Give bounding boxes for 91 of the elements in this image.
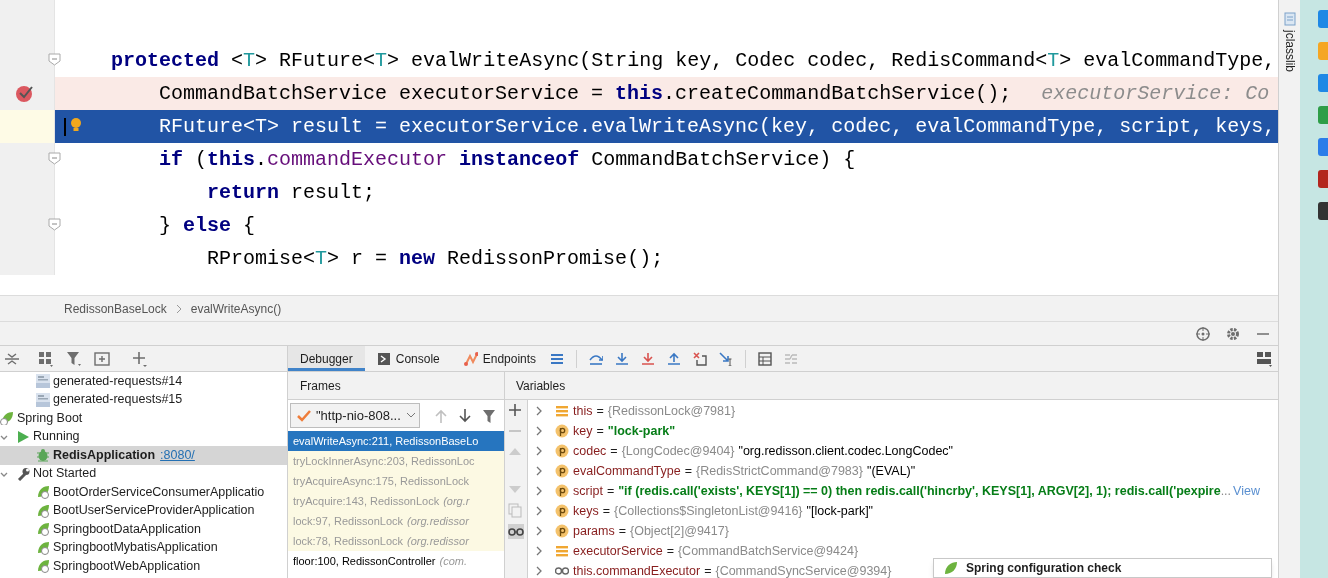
variable-row[interactable]: params = {Object[2]@9417} — [528, 521, 733, 541]
parameter-icon — [555, 444, 569, 458]
lightbulb-icon[interactable] — [70, 117, 82, 132]
filter-icon[interactable] — [482, 408, 496, 423]
gutter — [0, 242, 55, 275]
layout-icon[interactable] — [1257, 350, 1273, 367]
pane-title: Frames — [300, 377, 341, 395]
leaf-icon — [944, 561, 958, 575]
leaf-gear-icon — [36, 522, 50, 537]
glasses-icon — [555, 564, 569, 578]
code-line: return result; — [206, 180, 377, 206]
leaf-gear-icon — [36, 540, 50, 555]
step-into-icon[interactable] — [615, 351, 630, 366]
gutter — [0, 143, 55, 176]
glasses-icon[interactable] — [508, 524, 524, 539]
collapse-all-icon[interactable] — [4, 351, 20, 366]
parameter-icon — [555, 524, 569, 538]
tree-item[interactable]: generated-requests#14 — [0, 372, 287, 391]
leaf-gear-icon — [36, 559, 50, 574]
calculator-icon[interactable] — [758, 351, 773, 366]
stack-frame[interactable]: floor:100, RedissonController (com. — [288, 551, 504, 571]
chart-icon — [463, 351, 478, 366]
force-step-into-icon[interactable] — [641, 351, 656, 366]
chevron-down-icon — [405, 412, 416, 419]
code-line: } else { — [158, 213, 257, 239]
breakpoint-icon[interactable] — [15, 83, 33, 103]
menu-icon[interactable] — [550, 351, 565, 366]
add-icon[interactable] — [132, 350, 148, 367]
console-icon — [376, 351, 391, 366]
variable-row[interactable]: script = "if (redis.call('exists', KEYS[1]) == 0) then redis.call('hincrby', KEYS[1], ARGV[2], 1); redis.call('pexpire... View — [528, 481, 1260, 501]
variable-row[interactable]: keys = {Collections$SingletonList@9416} "[lock-park]" — [528, 501, 874, 521]
play-icon — [16, 429, 30, 444]
tree-item[interactable]: RedisApplication :8080/ — [0, 446, 287, 465]
variable-row[interactable]: codec = {LongCodec@9404} "org.redisson.client.codec.LongCodec" — [528, 441, 954, 461]
field-icon — [555, 544, 569, 558]
tree-item[interactable]: Not Started — [0, 464, 287, 483]
tool-window-tab[interactable]: jclasslib — [1280, 30, 1299, 72]
code-line: if (this.commandExecutor instanceof CommandBatchService) { — [158, 147, 857, 173]
new-tab-icon[interactable] — [94, 350, 110, 367]
tree-item[interactable]: Running — [0, 427, 287, 446]
chevron-right-icon — [174, 303, 183, 314]
settings-icon[interactable] — [1226, 326, 1240, 341]
tree-item[interactable]: SpringbootDataApplication — [0, 520, 287, 539]
wrench-icon — [16, 466, 30, 481]
code-line: RPromise<T> r = new RedissonPromise(); — [206, 246, 665, 272]
leaf-gear-icon — [0, 411, 14, 426]
variable-row[interactable]: this = {RedissonLock@7981} — [528, 401, 740, 421]
parameter-icon — [555, 424, 569, 438]
arrow-down-icon[interactable] — [458, 408, 472, 423]
tab[interactable]: Endpoints — [451, 346, 549, 371]
variable-row[interactable]: executorService = {CommandBatchService@9424} — [528, 541, 863, 561]
gutter — [0, 0, 55, 44]
field-icon — [555, 404, 569, 418]
text-caret — [64, 118, 66, 136]
step-out-icon[interactable] — [667, 351, 682, 366]
parameter-icon — [555, 484, 569, 498]
view-link[interactable]: View — [1233, 481, 1260, 501]
tree-item[interactable]: SpringbootWebApplication — [0, 557, 287, 576]
class-file-icon — [1283, 12, 1296, 26]
breadcrumb-link[interactable]: evalWriteAsync() — [190, 299, 282, 318]
code-line: protected <T> RFuture<T> evalWriteAsync(String key, Codec codec, RedisCommand<T> evalCommandType, — [110, 48, 1277, 74]
tree-item[interactable]: SpringbootMybatisApplication — [0, 538, 287, 557]
tree-item[interactable]: BootOrderServiceConsumerApplicatio — [0, 483, 287, 502]
leaf-gear-icon — [36, 485, 50, 500]
api-file-icon — [36, 392, 50, 407]
breadcrumb-link[interactable]: RedissonBaseLock — [64, 299, 167, 318]
tab[interactable]: Debugger — [288, 346, 365, 371]
tree-item[interactable]: Spring Boot — [0, 409, 287, 428]
notification-title: Spring configuration check — [966, 560, 1122, 577]
variable-row[interactable]: evalCommandType = {RedisStrictCommand@7983} "(EVAL)" — [528, 461, 916, 481]
drop-frame-icon[interactable] — [693, 351, 708, 366]
port-link[interactable]: :8080/ — [160, 445, 195, 465]
crosshair-icon[interactable] — [1196, 326, 1210, 341]
check-icon — [297, 408, 311, 423]
bug-icon — [36, 448, 50, 463]
thread-dropdown[interactable]: "http-nio-808... — [290, 403, 420, 428]
leaf-gear-icon — [36, 503, 50, 518]
group-icon[interactable] — [38, 350, 54, 367]
variable-row[interactable]: key = "lock-park" — [528, 421, 676, 441]
pane-title: Variables — [516, 377, 566, 395]
parameter-icon — [555, 464, 569, 478]
tab[interactable]: Console — [364, 346, 452, 371]
parameter-icon — [555, 504, 569, 518]
stack-frame[interactable]: evalWriteAsync:211, RedissonBaseLo — [288, 431, 504, 451]
filter-icon[interactable] — [66, 350, 82, 367]
run-to-cursor-icon[interactable] — [719, 351, 734, 366]
add-icon[interactable] — [508, 403, 524, 418]
tree-item[interactable]: BootUserServiceProviderApplication — [0, 501, 287, 520]
tree-item[interactable]: generated-requests#15 — [0, 390, 287, 409]
variable-row[interactable]: this.commandExecutor = {CommandSyncService@9394} — [528, 561, 896, 578]
api-file-icon — [36, 374, 50, 389]
